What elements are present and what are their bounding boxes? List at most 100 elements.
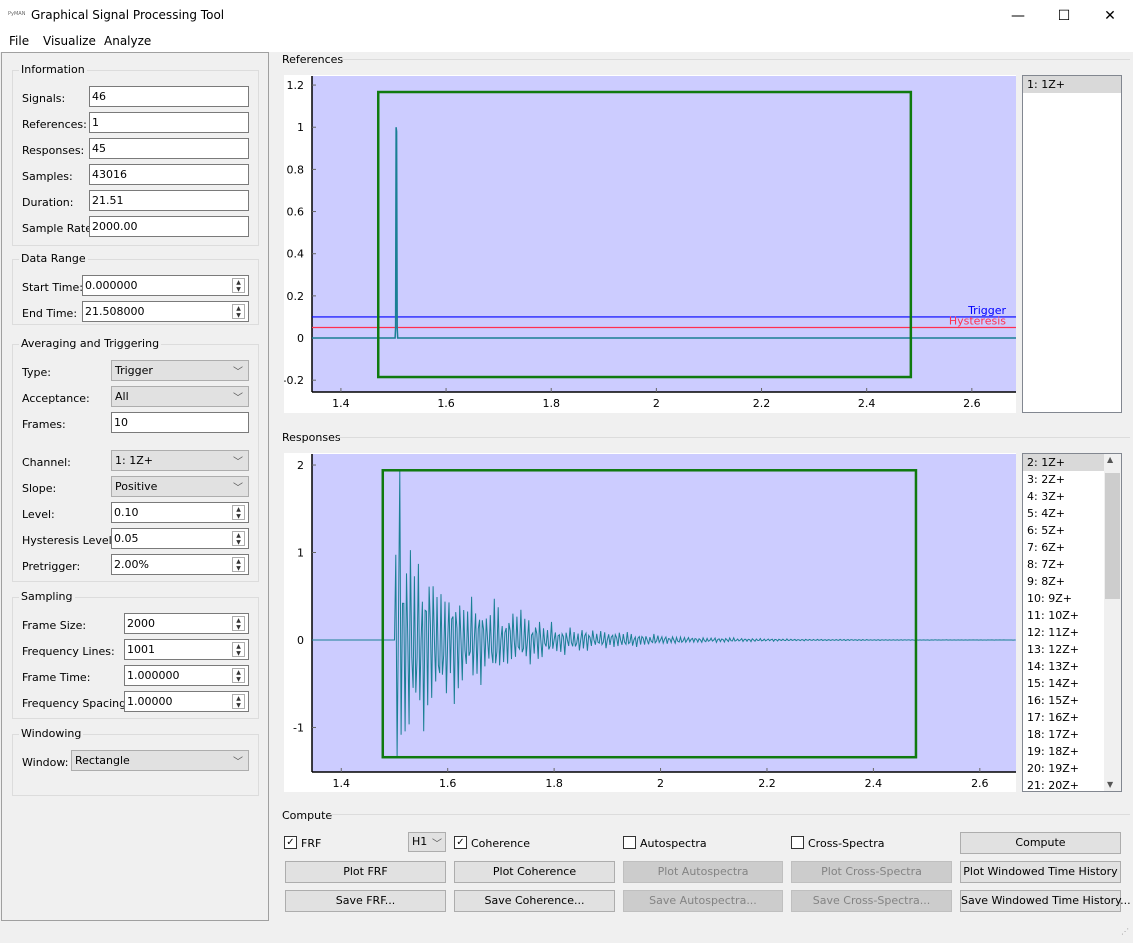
resize-grip-icon[interactable]: ⋰ <box>1121 927 1129 936</box>
save-coherence-button[interactable]: Save Coherence... <box>454 890 615 912</box>
spin-arrows-icon[interactable]: ▲ ▼ <box>232 505 245 520</box>
frequency-spacing-label: Frequency Spacing: <box>22 697 130 710</box>
plot-cross-spectra-button[interactable]: Plot Cross-Spectra <box>791 861 952 883</box>
responses-plot[interactable]: 1.4 1.6 1.8 2 2.2 2.4 2.6 -1 0 1 2 <box>284 453 1016 792</box>
chevron-down-icon: ﹀ <box>432 839 442 850</box>
level-spinbox[interactable]: 0.10 ▲ ▼ <box>111 502 249 523</box>
menu-visualize[interactable]: Visualize <box>43 34 96 48</box>
channel-dropdown[interactable]: 1: 1Z+ ﹀ <box>111 450 249 471</box>
responses-list-item[interactable]: 6: 5Z+ <box>1023 522 1105 539</box>
duration-field[interactable]: 21.51 <box>89 190 249 211</box>
responses-list-item[interactable]: 13: 12Z+ <box>1023 641 1105 658</box>
save-autospectra-button[interactable]: Save Autospectra... <box>623 890 783 912</box>
save-windowed-time-history-button[interactable]: Save Windowed Time History... <box>960 890 1131 912</box>
cross-spectra-checkbox[interactable] <box>791 836 804 849</box>
scroll-up-icon[interactable]: ▲ <box>1107 455 1113 464</box>
spin-arrows-icon[interactable]: ▲ ▼ <box>232 694 245 709</box>
responses-chart[interactable]: 1.4 1.6 1.8 2 2.2 2.4 2.6 -1 0 1 2 <box>284 453 1016 792</box>
x-tick-label: 2.4 <box>865 777 883 790</box>
spin-arrows-icon[interactable]: ▲ ▼ <box>232 531 245 546</box>
x-tick-label: 2 <box>657 777 664 790</box>
type-dropdown[interactable]: Trigger ﹀ <box>111 360 249 381</box>
minimize-icon: — <box>1011 7 1025 24</box>
start-time-spinbox[interactable]: 0.000000 ▲ ▼ <box>82 275 249 296</box>
sampling-group: Sampling Frame Size: 2000 ▲ ▼ Frequency Li… <box>12 590 259 719</box>
responses-list-item[interactable]: 12: 11Z+ <box>1023 624 1105 641</box>
x-tick-label: 1.6 <box>437 397 455 410</box>
end-time-spinbox[interactable]: 21.508000 ▲ ▼ <box>82 301 249 322</box>
x-tick-label: 2.2 <box>758 777 776 790</box>
references-chart[interactable]: 1.4 1.6 1.8 2 2.2 2.4 2.6 -0.2 0 0.2 0.4 0.6 0.8 1 1.2… <box>283 75 1016 413</box>
menu-analyze[interactable]: Analyze <box>104 34 151 48</box>
minimize-button[interactable]: — <box>995 0 1041 31</box>
responses-list-item[interactable]: 19: 18Z+ <box>1023 743 1105 760</box>
plot-coherence-button[interactable]: Plot Coherence <box>454 861 615 883</box>
x-tick-label: 1.8 <box>545 777 563 790</box>
coherence-checkbox[interactable]: ✓ <box>454 836 467 849</box>
responses-list-item[interactable]: 17: 16Z+ <box>1023 709 1105 726</box>
pretrigger-spinbox[interactable]: 2.00% ▲ ▼ <box>111 554 249 575</box>
responses-list-item[interactable]: 4: 3Z+ <box>1023 488 1105 505</box>
slope-dropdown[interactable]: Positive ﹀ <box>111 476 249 497</box>
spin-arrows-icon[interactable]: ▲ ▼ <box>232 668 245 683</box>
responses-list-item[interactable]: 11: 10Z+ <box>1023 607 1105 624</box>
samples-field[interactable]: 43016 <box>89 164 249 185</box>
title-bar: PyMAN Graphical Signal Processing Tool —… <box>0 0 1133 31</box>
references-plot[interactable]: 1.4 1.6 1.8 2 2.2 2.4 2.6 -0.2 0 0.2 0.4 0.6 0.8 1 1.2… <box>283 75 1016 413</box>
references-list-item[interactable]: 1: 1Z+ <box>1023 76 1121 93</box>
responses-list-item[interactable]: 16: 15Z+ <box>1023 692 1105 709</box>
responses-list-item[interactable]: 20: 19Z+ <box>1023 760 1105 777</box>
responses-list-item[interactable]: 2: 1Z+ <box>1023 454 1105 471</box>
responses-list-item[interactable]: 3: 2Z+ <box>1023 471 1105 488</box>
maximize-button[interactable]: ☐ <box>1041 0 1087 31</box>
responses-list-item[interactable]: 10: 9Z+ <box>1023 590 1105 607</box>
scroll-down-icon[interactable]: ▼ <box>1107 780 1113 789</box>
x-tick-label: 1.8 <box>542 397 560 410</box>
menu-file[interactable]: File <box>9 34 29 48</box>
responses-list-item[interactable]: 18: 17Z+ <box>1023 726 1105 743</box>
responses-field[interactable]: 45 <box>89 138 249 159</box>
save-cross-spectra-button[interactable]: Save Cross-Spectra... <box>791 890 952 912</box>
responses-scrollbar[interactable]: ▲ ▼ <box>1104 454 1121 791</box>
signals-label: Signals: <box>22 92 66 105</box>
frequency-spacing-spinbox[interactable]: 1.00000 ▲ ▼ <box>124 691 249 712</box>
responses-list-item[interactable]: 8: 7Z+ <box>1023 556 1105 573</box>
window-dropdown[interactable]: Rectangle ﹀ <box>71 750 249 771</box>
compute-button[interactable]: Compute <box>960 832 1121 854</box>
scrollbar-thumb[interactable] <box>1105 473 1120 599</box>
references-field[interactable]: 1 <box>89 112 249 133</box>
responses-list[interactable]: 2: 1Z+ 3: 2Z+ 4: 3Z+ 5: 4Z+ 6: 5Z+ 7: 6Z+ 8: 7… <box>1022 453 1122 792</box>
frame-size-spinbox[interactable]: 2000 ▲ ▼ <box>124 613 249 634</box>
signals-field[interactable]: 46 <box>89 86 249 107</box>
spin-arrows-icon[interactable]: ▲ ▼ <box>232 278 245 293</box>
plot-windowed-time-history-button[interactable]: Plot Windowed Time History <box>960 861 1121 883</box>
frames-field[interactable]: 10 <box>111 412 249 433</box>
spin-arrows-icon[interactable]: ▲ ▼ <box>232 557 245 572</box>
estimator-dropdown[interactable]: H1 ﹀ <box>408 832 446 852</box>
frequency-lines-spinbox[interactable]: 1001 ▲ ▼ <box>124 639 249 660</box>
plot-frf-button[interactable]: Plot FRF <box>285 861 446 883</box>
references-list[interactable]: 1: 1Z+ <box>1022 75 1122 413</box>
spin-arrows-icon[interactable]: ▲ ▼ <box>232 616 245 631</box>
spin-arrows-icon[interactable]: ▲ ▼ <box>232 642 245 657</box>
responses-list-item[interactable]: 9: 8Z+ <box>1023 573 1105 590</box>
plot-autospectra-button[interactable]: Plot Autospectra <box>623 861 783 883</box>
frf-checkbox[interactable]: ✓ <box>284 836 297 849</box>
frame-time-spinbox[interactable]: 1.000000 ▲ ▼ <box>124 665 249 686</box>
references-divider <box>340 59 1130 60</box>
autospectra-checkbox[interactable] <box>623 836 636 849</box>
sample-rate-field[interactable]: 2000.00 <box>89 216 249 237</box>
responses-list-item[interactable]: 14: 13Z+ <box>1023 658 1105 675</box>
responses-list-item[interactable]: 7: 6Z+ <box>1023 539 1105 556</box>
hysteresis-value: 0.05 <box>114 532 139 545</box>
save-frf-button[interactable]: Save FRF... <box>285 890 446 912</box>
spin-arrows-icon[interactable]: ▲ ▼ <box>232 304 245 319</box>
close-button[interactable]: ✕ <box>1087 0 1133 31</box>
responses-list-item[interactable]: 5: 4Z+ <box>1023 505 1105 522</box>
references-title: References <box>282 53 347 66</box>
acceptance-dropdown[interactable]: All ﹀ <box>111 386 249 407</box>
hysteresis-spinbox[interactable]: 0.05 ▲ ▼ <box>111 528 249 549</box>
frames-label: Frames: <box>22 418 66 431</box>
responses-list-item[interactable]: 21: 20Z+ <box>1023 777 1105 791</box>
responses-list-item[interactable]: 15: 14Z+ <box>1023 675 1105 692</box>
